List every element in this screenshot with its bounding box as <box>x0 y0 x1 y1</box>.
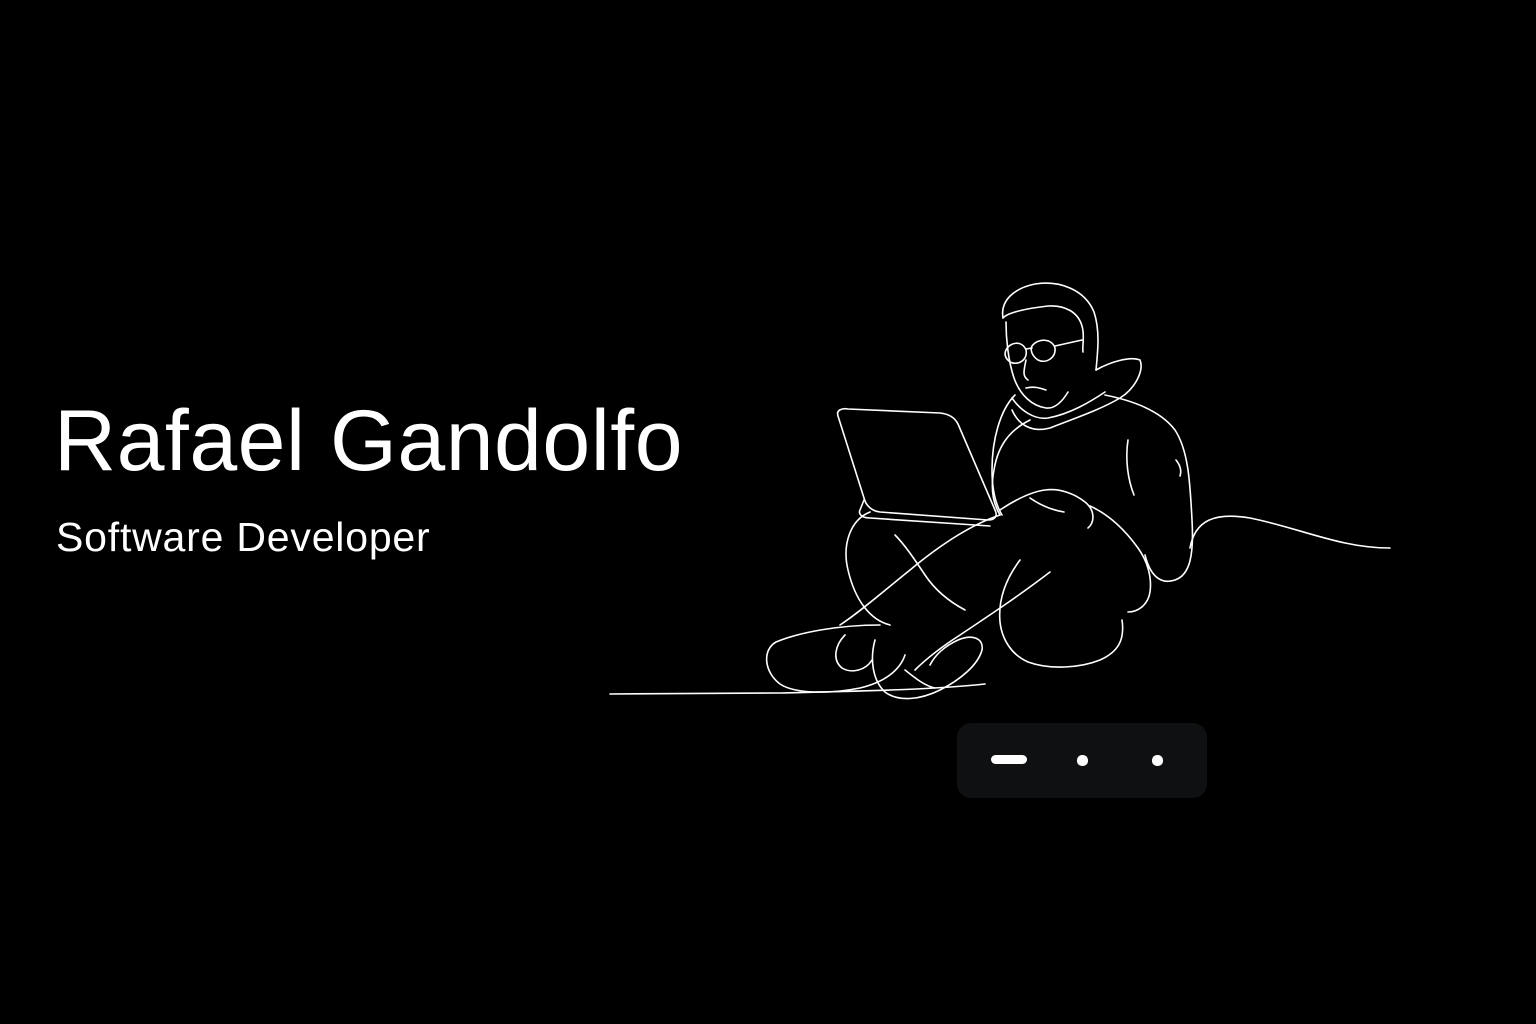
person-with-laptop-line-art-icon <box>609 282 1391 700</box>
carousel-dot-1-active[interactable] <box>991 755 1027 764</box>
carousel-dot-2[interactable] <box>1077 755 1088 766</box>
carousel-dot-3[interactable] <box>1152 755 1163 766</box>
hero-section: Rafael Gandolfo Software Developer <box>0 0 1536 1024</box>
carousel-pager <box>957 723 1207 798</box>
